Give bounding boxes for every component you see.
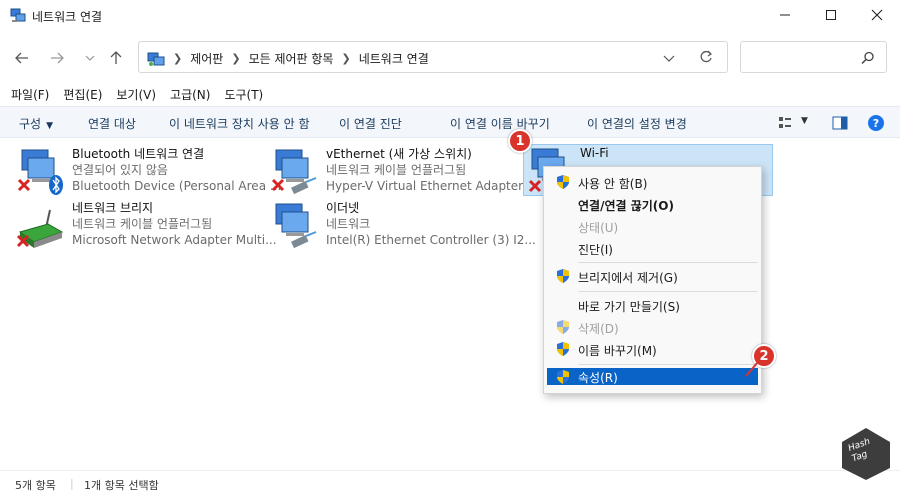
caret-down-icon: ▼ bbox=[46, 121, 54, 131]
connection-name: vEthernet (새 가상 스위치) bbox=[326, 147, 472, 161]
menu-item-remove-bridge[interactable]: 브리지에서 제거(G) bbox=[547, 265, 758, 287]
refresh-icon[interactable] bbox=[699, 50, 713, 64]
step-badge-1: 1 bbox=[508, 129, 532, 153]
minimize-icon bbox=[780, 14, 790, 16]
view-options-icon[interactable] bbox=[778, 116, 792, 130]
help-icon[interactable]: ? bbox=[867, 114, 885, 132]
arrow-left-icon bbox=[15, 52, 28, 64]
connection-name: Wi-Fi bbox=[580, 146, 609, 160]
minimize-button[interactable] bbox=[762, 0, 808, 30]
breadcrumb: ❯ 제어판 ❯ 모든 제어판 항목 ❯ 네트워크 연결 bbox=[147, 50, 429, 67]
pointer-arrow-icon bbox=[745, 361, 759, 377]
diagnose-button[interactable]: 이 연결 진단 bbox=[339, 115, 402, 132]
connection-status: 네트워크 케이블 언플러그됨 bbox=[326, 163, 467, 177]
connection-device: Intel(R) Ethernet Controller (3) I2... bbox=[326, 233, 536, 247]
organize-button[interactable]: 구성 ▼ bbox=[19, 115, 53, 132]
search-icon bbox=[861, 51, 874, 65]
close-icon bbox=[871, 9, 883, 21]
connection-item-vethernet[interactable]: vEthernet (새 가상 스위치) 네트워크 케이블 언플러그됨 Hype… bbox=[270, 146, 533, 200]
ethernet-adapter-icon bbox=[271, 149, 317, 195]
menu-file[interactable]: 파일(F) bbox=[11, 86, 49, 106]
chevron-right-icon: ❯ bbox=[341, 52, 351, 65]
selected-count: 1개 항목 선택함 bbox=[84, 479, 159, 492]
menu-edit[interactable]: 편집(E) bbox=[63, 86, 102, 106]
hashtag-watermark: Hash Tag bbox=[838, 426, 894, 482]
maximize-icon bbox=[826, 10, 836, 20]
navigation-row: ❯ 제어판 ❯ 모든 제어판 항목 ❯ 네트워크 연결 bbox=[0, 38, 900, 78]
network-bridge-icon bbox=[16, 209, 64, 248]
control-panel-icon bbox=[147, 52, 165, 66]
menu-view[interactable]: 보기(V) bbox=[116, 86, 156, 106]
connection-status: 네트워크 케이블 언플러그됨 bbox=[72, 217, 213, 231]
maximize-button[interactable] bbox=[808, 0, 854, 30]
menu-separator bbox=[578, 291, 758, 292]
connection-status: 연결되어 있지 않음 bbox=[72, 163, 168, 177]
svg-text:?: ? bbox=[873, 117, 879, 130]
breadcrumb-all-items[interactable]: 모든 제어판 항목 bbox=[249, 50, 334, 67]
context-menu: 사용 안 함(B) 연결/연결 끊기(O) 상태(U) 진단(I) 브리지에서 … bbox=[543, 166, 762, 394]
connection-item-bluetooth[interactable]: Bluetooth 네트워크 연결 연결되어 있지 않음 Bluetooth D… bbox=[16, 146, 281, 200]
arrow-right-icon bbox=[51, 52, 64, 64]
connection-name: 이더넷 bbox=[326, 201, 360, 215]
uac-shield-icon bbox=[557, 370, 569, 384]
network-connections-icon bbox=[10, 8, 26, 22]
arrow-up-icon bbox=[110, 51, 122, 64]
menu-separator bbox=[578, 364, 758, 365]
chevron-right-icon: ❯ bbox=[231, 52, 241, 65]
view-caret-down-icon[interactable]: ▼ bbox=[801, 116, 808, 126]
menu-item-status: 상태(U) bbox=[578, 221, 619, 235]
menu-item-connect[interactable]: 연결/연결 끊기(O) bbox=[547, 193, 758, 215]
item-count: 5개 항목 bbox=[15, 479, 56, 492]
connection-name: Bluetooth 네트워크 연결 bbox=[72, 147, 205, 161]
connection-device: Microsoft Network Adapter Multi... bbox=[72, 233, 277, 247]
menu-item-rename[interactable]: 이름 바꾸기(M) bbox=[547, 338, 758, 360]
menu-advanced[interactable]: 고급(N) bbox=[170, 86, 210, 106]
connection-name: 네트워크 브리지 bbox=[72, 201, 154, 215]
menu-item-properties[interactable]: 속성(R) bbox=[547, 368, 758, 385]
menu-item-create-shortcut[interactable]: 바로 가기 만들기(S) bbox=[547, 294, 758, 316]
chevron-down-icon bbox=[85, 55, 95, 61]
chevron-right-icon: ❯ bbox=[173, 52, 183, 65]
change-settings-button[interactable]: 이 연결의 설정 변경 bbox=[587, 115, 687, 132]
address-bar[interactable]: ❯ 제어판 ❯ 모든 제어판 항목 ❯ 네트워크 연결 bbox=[138, 41, 728, 73]
uac-shield-icon bbox=[557, 320, 569, 334]
title-bar: 네트워크 연결 bbox=[0, 0, 900, 32]
command-bar: 구성 ▼ 연결 대상 이 네트워크 장치 사용 안 함 이 연결 진단 이 연결 … bbox=[0, 106, 900, 138]
menu-item-delete: 삭제(D) bbox=[547, 316, 758, 338]
bluetooth-adapter-icon bbox=[17, 149, 63, 195]
connection-device: Bluetooth Device (Personal Area ... bbox=[72, 179, 282, 193]
preview-pane-icon[interactable] bbox=[832, 116, 848, 130]
window-title: 네트워크 연결 bbox=[32, 10, 103, 24]
uac-shield-icon bbox=[557, 269, 569, 283]
chevron-down-icon[interactable] bbox=[663, 53, 675, 63]
forward-button[interactable] bbox=[45, 46, 69, 70]
menu-item-diagnose[interactable]: 진단(I) bbox=[547, 237, 758, 259]
connection-status: 네트워크 bbox=[326, 217, 371, 231]
up-button[interactable] bbox=[104, 46, 128, 70]
rename-button[interactable]: 이 연결 이름 바꾸기 bbox=[450, 115, 550, 132]
menu-item-disable[interactable]: 사용 안 함(B) bbox=[547, 171, 758, 193]
connection-item-ethernet[interactable]: 이더넷 네트워크 Intel(R) Ethernet Controller (3… bbox=[270, 200, 536, 254]
uac-shield-icon bbox=[557, 342, 569, 356]
status-divider: | bbox=[70, 477, 74, 490]
connect-to-button[interactable]: 연결 대상 bbox=[88, 115, 136, 132]
menu-bar: 파일(F) 편집(E) 보기(V) 고급(N) 도구(T) bbox=[0, 86, 900, 106]
status-bar: 5개 항목 | 1개 항목 선택함 bbox=[0, 470, 900, 496]
connection-list: Bluetooth 네트워크 연결 연결되어 있지 않음 Bluetooth D… bbox=[0, 138, 900, 470]
search-input[interactable] bbox=[740, 41, 887, 73]
disable-device-button[interactable]: 이 네트워크 장치 사용 안 함 bbox=[169, 115, 310, 132]
connection-device: Hyper-V Virtual Ethernet Adapter... bbox=[326, 179, 534, 193]
close-button[interactable] bbox=[854, 0, 900, 30]
menu-separator bbox=[578, 262, 758, 263]
back-button[interactable] bbox=[10, 46, 34, 70]
menu-tools[interactable]: 도구(T) bbox=[224, 86, 263, 106]
uac-shield-icon bbox=[557, 175, 569, 189]
recent-locations-button[interactable] bbox=[78, 46, 102, 70]
connection-item-bridge[interactable]: 네트워크 브리지 네트워크 케이블 언플러그됨 Microsoft Networ… bbox=[16, 200, 277, 254]
breadcrumb-network-connections[interactable]: 네트워크 연결 bbox=[359, 50, 429, 67]
ethernet-adapter-icon bbox=[275, 203, 317, 249]
breadcrumb-control-panel[interactable]: 제어판 bbox=[190, 50, 223, 67]
